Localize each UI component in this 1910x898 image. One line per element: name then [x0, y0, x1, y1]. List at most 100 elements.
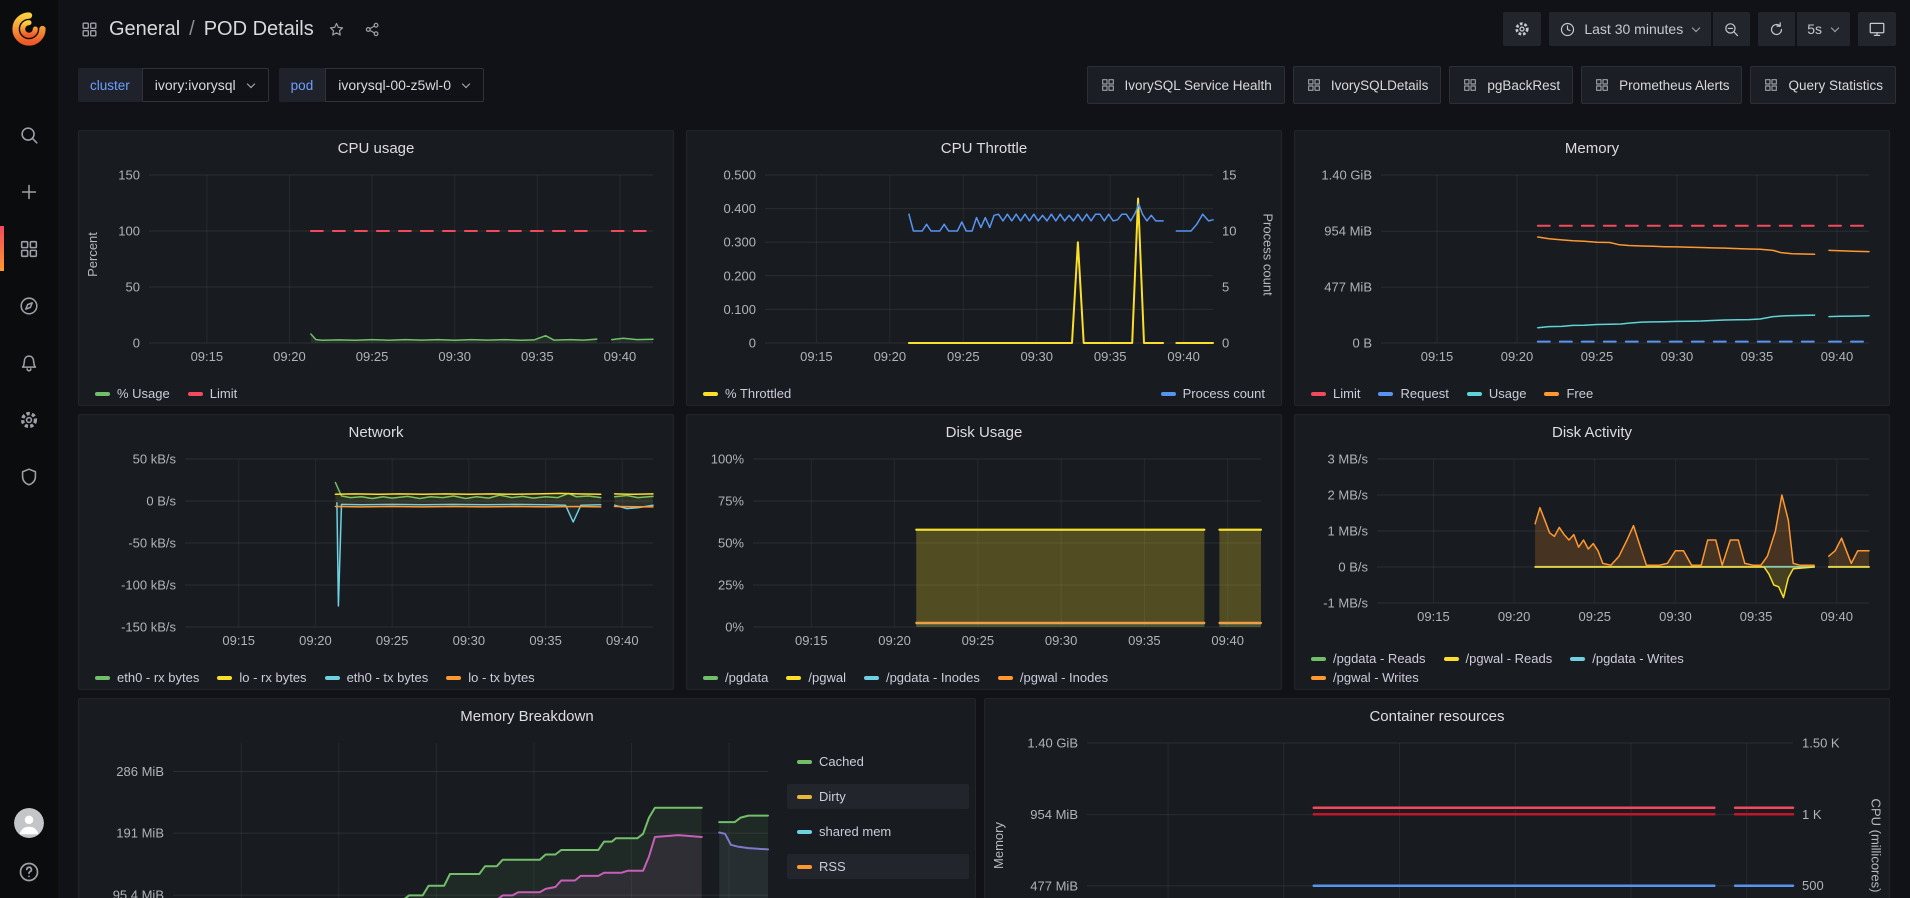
sidebar-item-dashboards[interactable]	[0, 220, 58, 277]
grafana-logo[interactable]	[0, 0, 58, 58]
dashboard-link-button[interactable]: IvorySQLDetails	[1293, 66, 1442, 104]
dashboard-link-button[interactable]: IvorySQL Service Health	[1087, 66, 1285, 104]
person-icon	[14, 808, 44, 838]
refresh-button[interactable]	[1758, 12, 1795, 46]
legend-item[interactable]: % Throttled	[703, 386, 791, 401]
legend-item[interactable]: /pgdata - Inodes	[864, 670, 980, 685]
legend: Cached Dirty shared mem RSS	[787, 749, 969, 879]
svg-text:100%: 100%	[711, 452, 745, 467]
chart-canvas[interactable]: 09:1509:2009:2509:3009:3509:40-1 MB/s0 B…	[1295, 449, 1887, 629]
svg-text:09:35: 09:35	[529, 633, 562, 648]
refresh-interval-picker[interactable]: 5s	[1797, 12, 1850, 46]
legend-label: /pgwal - Reads	[1466, 651, 1553, 666]
legend-item[interactable]: Limit	[1311, 386, 1360, 401]
panel-title[interactable]: Memory Breakdown	[79, 699, 975, 733]
chart-canvas[interactable]: 09:1509:2009:2509:3009:3509:4050 kB/s0 B…	[79, 449, 671, 653]
star-dashboard-button[interactable]	[324, 16, 350, 42]
panel-title[interactable]: Disk Activity	[1295, 415, 1889, 449]
variable-pod-value[interactable]: ivorysql-00-z5wl-0	[325, 68, 484, 102]
star-icon	[328, 21, 345, 38]
legend-item[interactable]: Request	[1378, 386, 1448, 401]
chart-canvas[interactable]: 09:1509:2009:2509:3009:3509:40477 MiB954…	[985, 733, 1887, 898]
sidebar-item-alerting[interactable]	[0, 334, 58, 391]
svg-text:1.50 K: 1.50 K	[1802, 736, 1840, 751]
legend-item[interactable]: lo - rx bytes	[217, 670, 306, 685]
legend-item[interactable]: % Usage	[95, 386, 170, 401]
svg-text:09:35: 09:35	[1128, 633, 1161, 648]
legend-item[interactable]: eth0 - tx bytes	[325, 670, 429, 685]
legend-item[interactable]: /pgdata	[703, 670, 768, 685]
variable-cluster-value[interactable]: ivory:ivorysql	[142, 68, 269, 102]
share-dashboard-button[interactable]	[360, 16, 386, 42]
legend-item[interactable]: shared mem	[787, 819, 969, 844]
legend-label: shared mem	[819, 824, 891, 839]
svg-text:0 B/s: 0 B/s	[146, 494, 176, 509]
legend-label: eth0 - rx bytes	[117, 670, 199, 685]
sidebar-item-explore[interactable]	[0, 277, 58, 334]
breadcrumb-section[interactable]: General	[109, 18, 180, 41]
legend-item[interactable]: eth0 - rx bytes	[95, 670, 199, 685]
svg-text:15: 15	[1222, 168, 1236, 183]
chart-canvas[interactable]: 09:1509:2009:2509:3009:3509:40050100150	[79, 165, 671, 369]
sidebar-item-search[interactable]	[0, 106, 58, 163]
legend-swatch	[1161, 392, 1176, 396]
dashboard-link-button[interactable]: pgBackRest	[1449, 66, 1573, 104]
legend-item[interactable]: /pgwal	[786, 670, 846, 685]
chart-canvas[interactable]: 09:1509:2009:2509:3009:3509:4000.1000.20…	[687, 165, 1279, 369]
chart-canvas[interactable]: 09:1509:2009:2509:3009:3509:400%25%50%75…	[687, 449, 1279, 653]
dashboard-link-button[interactable]: Prometheus Alerts	[1581, 66, 1742, 104]
legend-item[interactable]: /pgdata - Reads	[1311, 651, 1426, 666]
legend-swatch	[1444, 657, 1459, 661]
time-picker-group: Last 30 minutes	[1549, 12, 1750, 46]
legend-swatch	[95, 676, 110, 680]
sidebar-item-help[interactable]	[17, 860, 41, 884]
legend-item[interactable]: Process count	[1161, 386, 1265, 401]
legend-item[interactable]: Limit	[188, 386, 237, 401]
legend-item[interactable]: /pgdata - Writes	[1570, 651, 1684, 666]
legend-item[interactable]: Dirty	[787, 784, 969, 809]
svg-text:0.400: 0.400	[723, 201, 756, 216]
legend-item[interactable]: RSS	[787, 854, 969, 879]
panel-title[interactable]: Disk Usage	[687, 415, 1281, 449]
panel-title[interactable]: Memory	[1295, 131, 1889, 165]
refresh-interval-label: 5s	[1807, 21, 1822, 37]
legend-item[interactable]: /pgwal - Reads	[1444, 651, 1553, 666]
variable-cluster-label[interactable]: cluster	[78, 68, 142, 102]
sidebar-item-configuration[interactable]	[0, 391, 58, 448]
panel-memory: Memory09:1509:2009:2509:3009:3509:400 B4…	[1294, 130, 1890, 406]
panel-title[interactable]: CPU Throttle	[687, 131, 1281, 165]
legend-item[interactable]: lo - tx bytes	[446, 670, 534, 685]
user-avatar[interactable]	[14, 808, 44, 838]
zoom-out-button[interactable]	[1713, 12, 1750, 46]
svg-text:09:20: 09:20	[878, 633, 911, 648]
chart-canvas[interactable]: 09:1509:2009:2509:3009:3509:400 B477 MiB…	[1295, 165, 1887, 369]
breadcrumb-page-title[interactable]: POD Details	[204, 18, 314, 41]
cycle-view-mode-button[interactable]	[1858, 12, 1896, 46]
panel-title[interactable]: Container resources	[985, 699, 1889, 733]
legend-item[interactable]: /pgwal - Inodes	[998, 670, 1108, 685]
svg-text:0.300: 0.300	[723, 235, 756, 250]
legend-label: Process count	[1183, 386, 1265, 401]
zoom-out-icon	[1723, 21, 1740, 38]
svg-text:1 MB/s: 1 MB/s	[1328, 524, 1369, 539]
panel-title[interactable]: CPU usage	[79, 131, 673, 165]
shield-icon	[18, 466, 40, 488]
svg-text:09:15: 09:15	[1421, 349, 1454, 364]
legend-item[interactable]: /pgwal - Writes	[1311, 670, 1419, 685]
svg-text:1.40 GiB: 1.40 GiB	[1321, 168, 1372, 183]
panel-title[interactable]: Network	[79, 415, 673, 449]
variable-pod-label[interactable]: pod	[279, 68, 326, 102]
chart-canvas[interactable]: 09:1509:2009:2509:3009:3509:4095.4 MiB19…	[79, 733, 778, 898]
dashboard-link-button[interactable]: Query Statistics	[1750, 66, 1896, 104]
legend-item[interactable]: Usage	[1467, 386, 1527, 401]
sidebar-item-create[interactable]	[0, 163, 58, 220]
dashboard-grid-icon	[1306, 77, 1322, 93]
dashboard-settings-button[interactable]	[1503, 12, 1541, 46]
sidebar-item-server-admin[interactable]	[0, 448, 58, 505]
legend-swatch	[446, 676, 461, 680]
legend-item[interactable]: Cached	[787, 749, 969, 774]
dashboard-grid-icon	[1100, 77, 1116, 93]
submenu-bar: cluster ivory:ivorysql pod ivorysql-00-z…	[58, 62, 1910, 108]
time-range-picker[interactable]: Last 30 minutes	[1549, 12, 1711, 46]
legend-item[interactable]: Free	[1544, 386, 1593, 401]
